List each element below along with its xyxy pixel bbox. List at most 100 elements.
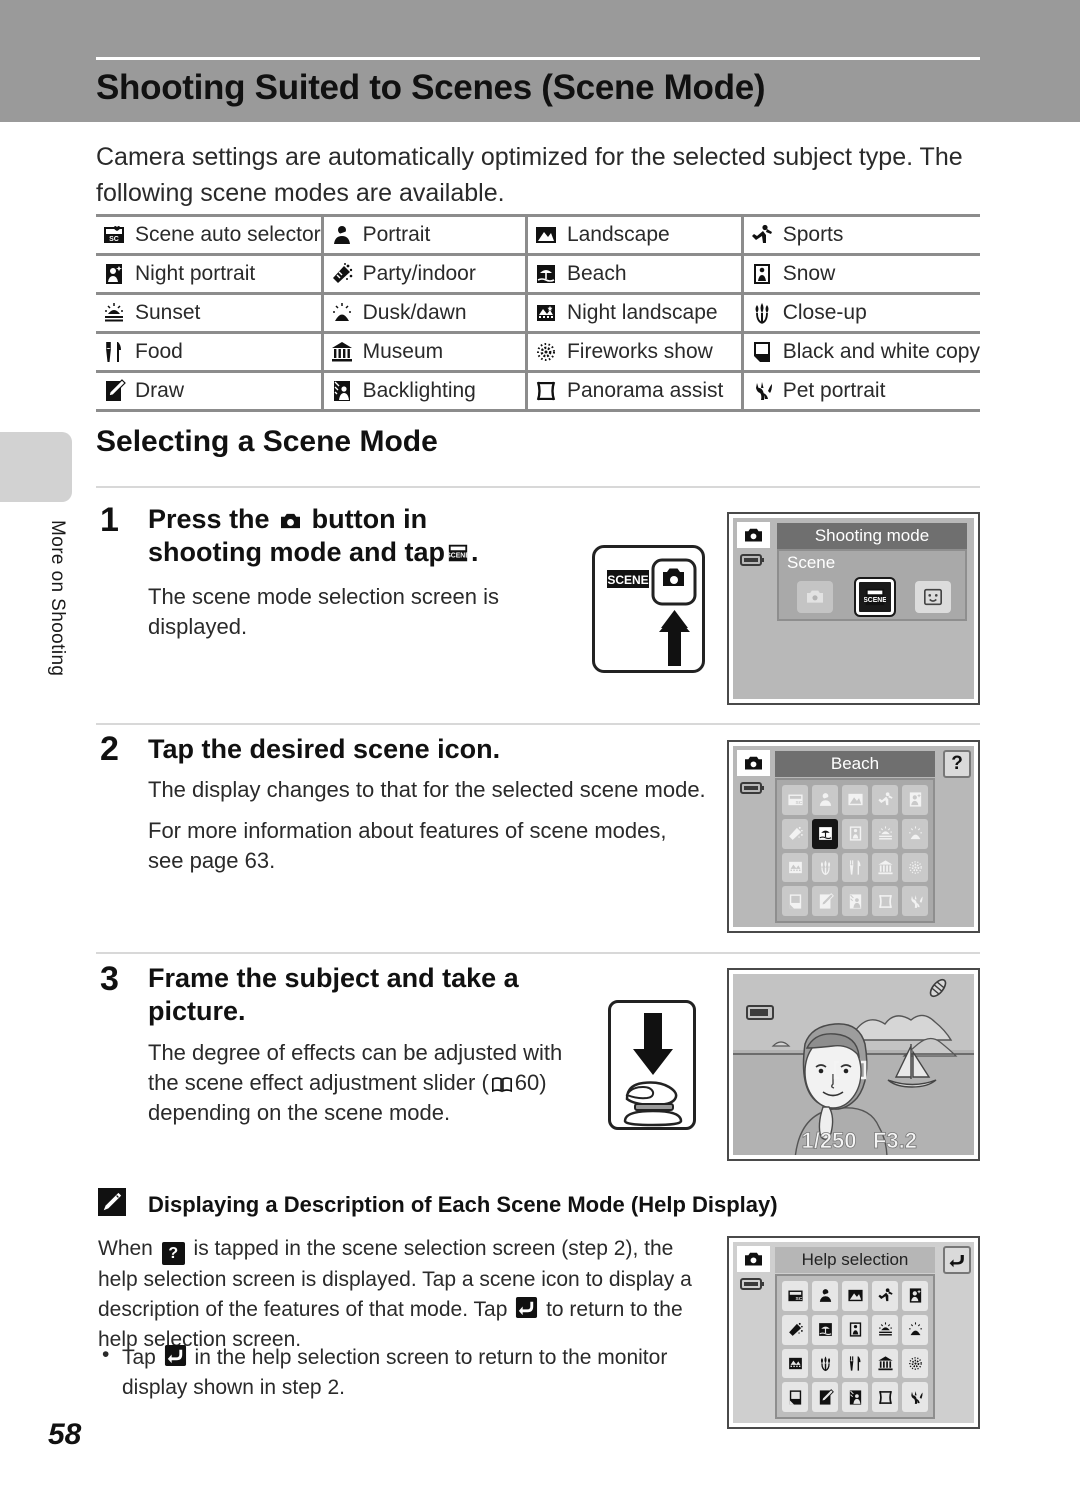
- scene-mode-label: Snow: [782, 262, 836, 285]
- scene-icon-dusk-dawn[interactable]: [902, 818, 928, 849]
- draw-icon: [102, 379, 126, 403]
- help-button[interactable]: ?: [943, 750, 971, 778]
- header-rule: [96, 57, 980, 60]
- shooting-mode-camera-icon[interactable]: [737, 1246, 770, 1272]
- scene-icon-museum[interactable]: [872, 1348, 898, 1379]
- close-up-icon: [750, 301, 774, 325]
- scene-icon-black-and-white-copy[interactable]: [782, 1382, 808, 1412]
- shooting-mode-panel: Scene SCENE: [777, 549, 967, 621]
- shooting-mode-camera-icon[interactable]: [737, 750, 770, 776]
- monitor-screen: Shooting mode Scene SCENE: [733, 518, 974, 699]
- scene-mode-label: Night landscape: [566, 301, 718, 324]
- shutter-press-illustration: [608, 1000, 696, 1130]
- scene-icon-scene-auto-selector[interactable]: SC: [782, 785, 808, 815]
- smart-portrait-button[interactable]: [915, 581, 951, 613]
- table-cell: Beach: [526, 254, 744, 295]
- svg-text:SCENE: SCENE: [447, 553, 469, 560]
- back-button[interactable]: [943, 1246, 971, 1274]
- landscape-icon: [534, 223, 558, 247]
- section-divider: [96, 486, 980, 488]
- party-indoor-icon: [330, 262, 354, 286]
- scene-mode-label: Landscape: [566, 223, 670, 246]
- scene-icon-pet-portrait[interactable]: [902, 1382, 928, 1412]
- snow-icon: [750, 262, 774, 286]
- scene-icon-night-landscape[interactable]: [782, 852, 808, 883]
- note-bullet-a: Tap: [122, 1346, 156, 1369]
- table-cell: Sports: [742, 214, 980, 256]
- monitor-title: Help selection: [801, 1250, 909, 1269]
- page-title: Shooting Suited to Scenes (Scene Mode): [96, 68, 766, 107]
- pet-portrait-icon: [750, 379, 774, 403]
- scene-icon-snow[interactable]: [842, 1314, 868, 1345]
- scene-icon-sports[interactable]: [872, 1281, 898, 1311]
- scene-icon-draw[interactable]: [812, 886, 838, 916]
- scene-icon-close-up[interactable]: [812, 1348, 838, 1379]
- scene-icon-night-portrait[interactable]: [902, 1281, 928, 1311]
- scene-icon-museum[interactable]: [872, 852, 898, 883]
- scene-icon-panorama-assist[interactable]: [872, 886, 898, 916]
- scene-mode-label: Food: [135, 340, 183, 363]
- svg-text:SC: SC: [795, 800, 802, 806]
- scene-icon-fireworks-show[interactable]: [902, 852, 928, 883]
- scene-icon-pet-portrait[interactable]: [902, 886, 928, 916]
- shooting-mode-camera-icon[interactable]: [737, 522, 770, 548]
- finger-press-diagram: [623, 1013, 683, 1127]
- scene-icon-landscape[interactable]: [842, 1281, 868, 1311]
- live-view-scene-image: 1/250 F3.2: [733, 974, 974, 1155]
- scene-icon-beach[interactable]: [812, 818, 838, 849]
- scene-icon-portrait[interactable]: [812, 785, 838, 815]
- scene-icon-sunset[interactable]: [872, 1314, 898, 1345]
- scene-icon-close-up[interactable]: [812, 852, 838, 883]
- scene-icon-sunset[interactable]: [872, 818, 898, 849]
- table-cell: Close-up: [742, 293, 980, 334]
- scene-icon-night-landscape[interactable]: [782, 1348, 808, 1379]
- scene-icon-fireworks-show[interactable]: [902, 1348, 928, 1379]
- scene-icon-scene-auto-selector[interactable]: SC: [782, 1281, 808, 1311]
- scene-mode-button[interactable]: SCENE: [854, 577, 896, 617]
- scene-mode-label: Sports: [782, 223, 844, 246]
- scene-mode-label: Black and white copy: [782, 340, 980, 363]
- note-heading: Displaying a Description of Each Scene M…: [148, 1192, 778, 1217]
- intro-paragraph: Camera settings are automatically optimi…: [96, 143, 963, 207]
- scene-mode-label: Party/indoor: [362, 262, 476, 285]
- scene-icon-dusk-dawn[interactable]: [902, 1314, 928, 1345]
- page-number: 58: [48, 1418, 82, 1451]
- scene-icon-draw[interactable]: [812, 1382, 838, 1412]
- scene-modes-table: SC Scene auto selector Portrait Landscap…: [96, 214, 980, 412]
- scene-icon-portrait[interactable]: [812, 1281, 838, 1311]
- auto-mode-button[interactable]: [797, 581, 833, 613]
- scene-icon-backlighting[interactable]: [842, 886, 868, 916]
- scene-icon-panorama-assist[interactable]: [872, 1382, 898, 1412]
- scene-icon-black-and-white-copy[interactable]: [782, 886, 808, 916]
- scene-icon-backlighting[interactable]: [842, 1382, 868, 1412]
- scene-icon-night-portrait[interactable]: [902, 785, 928, 815]
- table-row: Draw Backlighting Panorama assist Pet po…: [96, 371, 980, 412]
- scene-icon-party-indoor[interactable]: [782, 818, 808, 849]
- scene-icon-party-indoor[interactable]: [782, 1314, 808, 1345]
- scene-mode-label: Fireworks show: [566, 340, 713, 363]
- table-cell: Portrait: [322, 214, 528, 256]
- night-portrait-icon: [102, 262, 126, 286]
- scene-mode-label: Sunset: [135, 301, 201, 324]
- table-cell: Museum: [322, 332, 528, 373]
- monitor-title: Shooting mode: [814, 526, 930, 545]
- table-cell: Sunset: [96, 293, 324, 334]
- scene-icon-landscape[interactable]: [842, 785, 868, 815]
- scene-mode-icon: SCENE: [447, 542, 469, 564]
- table-row: Night portrait Party/indoor Beach Snow: [96, 254, 980, 295]
- note-paragraph: When ? is tapped in the scene selection …: [98, 1234, 698, 1354]
- scene-icon-food[interactable]: [842, 852, 868, 883]
- scene-icon-sports[interactable]: [872, 785, 898, 815]
- scene-icon-snow[interactable]: [842, 818, 868, 849]
- pencil-note-icon: [98, 1188, 126, 1216]
- shutter-speed-readout: 1/250: [801, 1128, 856, 1153]
- scene-icon-food[interactable]: [842, 1348, 868, 1379]
- monitor-title-bar: Shooting mode: [777, 523, 967, 549]
- step-3-body: The degree of effects can be adjusted wi…: [148, 1038, 578, 1128]
- scene-icon-beach[interactable]: [812, 1314, 838, 1345]
- table-cell: SC Scene auto selector: [96, 214, 324, 256]
- black-and-white-copy-icon: [750, 340, 774, 364]
- monitor-title-bar: Help selection: [775, 1247, 935, 1273]
- section-heading: Selecting a Scene Mode: [96, 425, 438, 458]
- scene-mode-label: Beach: [566, 262, 627, 285]
